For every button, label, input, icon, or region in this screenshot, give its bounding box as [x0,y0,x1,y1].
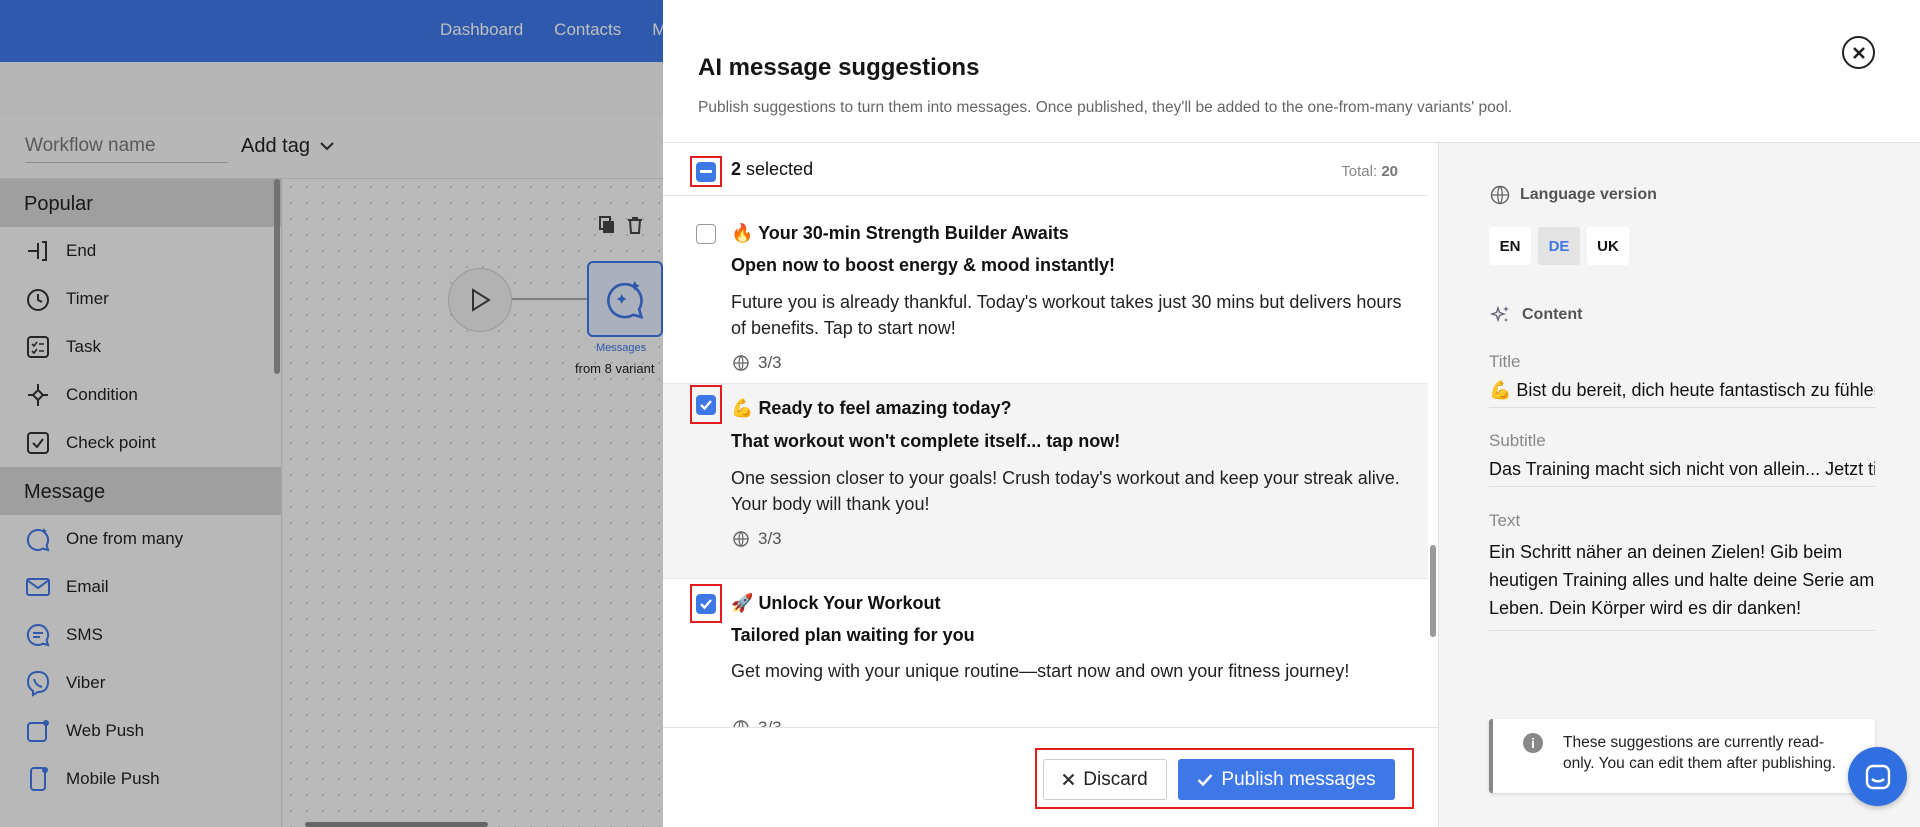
suggestion-title-row: 💪 Ready to feel amazing today? [731,398,1012,419]
muscle-emoji-icon: 💪 [731,398,754,418]
notice-line: only. You can edit them after publishing… [1563,755,1836,772]
language-version-label: Language version [1520,186,1657,203]
globe-icon [733,720,749,727]
drawer-header: AI message suggestions Publish suggestio… [663,0,1920,143]
drawer-title: AI message suggestions [698,54,980,81]
tab-lang-en[interactable]: EN [1489,227,1531,265]
suggestion-title: Unlock Your Workout [758,593,941,613]
fire-emoji-icon: 🔥 [731,223,754,243]
suggestion-detail: Language version EN DE UK Content Title … [1438,143,1920,827]
content-label: Content [1522,306,1583,323]
globe-icon [1490,185,1510,205]
suggestion-item[interactable]: 🔥 Your 30-min Strength Builder Awaits Op… [663,205,1428,384]
tab-lang-uk[interactable]: UK [1587,227,1629,265]
checkbox-checked-icon [696,593,716,614]
close-icon [1063,773,1075,786]
close-icon [1852,46,1865,59]
language-count: 3/3 [733,529,782,549]
chat-icon [1865,764,1890,789]
check-icon [1197,774,1213,786]
language-count-value: 3/3 [758,353,782,372]
total-value: 20 [1381,163,1398,180]
select-all-checkbox[interactable] [690,156,722,187]
language-count: 3/3 [733,718,782,727]
drawer-description: Publish suggestions to turn them into me… [698,99,1513,116]
suggestion-body: Future you is already thankful. Today's … [731,292,1402,338]
text-field-value: Ein Schritt näher an deinen Zielen! Gib … [1489,538,1875,631]
drawer-footer: Discard Publish messages [663,727,1438,827]
publish-messages-button[interactable]: Publish messages [1178,759,1395,800]
globe-icon [733,531,749,547]
suggestion-body: One session closer to your goals! Crush … [731,468,1400,514]
suggestion-subtitle: Tailored plan waiting for you [731,625,975,645]
total-label: Total: [1341,163,1378,180]
rocket-emoji-icon: 🚀 [731,593,754,613]
language-count-value: 3/3 [758,718,782,727]
suggestion-item[interactable]: 🚀 Unlock Your Workout Tailored plan wait… [663,579,1428,727]
tab-lang-de[interactable]: DE [1538,227,1580,265]
indeterminate-icon [696,161,716,182]
subtitle-field-label: Subtitle [1489,431,1546,450]
selected-count: 2 selected [731,159,813,180]
selected-suffix: selected [746,159,814,179]
language-tabs: EN DE UK [1489,227,1629,265]
notice-text: These suggestions are currently read- on… [1563,732,1853,774]
read-only-notice: i These suggestions are currently read- … [1489,719,1875,793]
discard-button[interactable]: Discard [1043,759,1167,800]
content-section: Content [1490,304,1582,326]
selected-number: 2 [731,159,742,179]
title-field-value: 💪 Bist du bereit, dich heute fantastisch… [1489,380,1875,408]
total-count: Total: 20 [1341,163,1398,180]
suggestion-body: Get moving with your unique routine—star… [731,661,1350,681]
chat-support-button[interactable] [1848,747,1907,806]
suggestion-checkbox[interactable] [690,214,722,253]
publish-label: Publish messages [1221,768,1376,790]
modal-overlay[interactable] [0,0,663,827]
suggestion-title-row: 🚀 Unlock Your Workout [731,593,940,614]
suggestion-list: 2 selected Total: 20 🔥 Your 30-min Stren… [663,143,1438,727]
suggestion-checkbox[interactable] [690,385,722,424]
subtitle-field-value: Das Training macht sich nicht von allein… [1489,459,1875,487]
suggestion-subtitle: Open now to boost energy & mood instantl… [731,255,1116,275]
discard-label: Discard [1083,768,1148,790]
suggestion-title-row: 🔥 Your 30-min Strength Builder Awaits [731,223,1069,244]
language-count-value: 3/3 [758,529,782,548]
list-scrollbar[interactable] [1430,545,1436,637]
suggestion-checkbox[interactable] [690,584,722,623]
info-icon: i [1523,733,1543,753]
selection-bar: 2 selected Total: 20 [663,143,1428,196]
title-field-label: Title [1489,352,1521,371]
suggestion-title: Ready to feel amazing today? [758,398,1012,418]
ai-suggestions-drawer: AI message suggestions Publish suggestio… [663,0,1920,827]
notice-line: These suggestions are currently read- [1563,734,1825,751]
text-field-label: Text [1489,511,1521,530]
suggestion-title: Your 30-min Strength Builder Awaits [758,223,1069,243]
language-version-section: Language version [1490,185,1657,205]
globe-icon [733,355,749,371]
suggestion-item[interactable]: 💪 Ready to feel amazing today? That work… [663,384,1428,579]
checkbox-empty-icon [696,223,716,244]
suggestion-subtitle: That workout won't complete itself... ta… [731,431,1121,451]
language-count: 3/3 [733,353,782,373]
close-button[interactable] [1842,36,1875,69]
sparkles-icon [1490,305,1509,323]
checkbox-checked-icon [696,394,716,415]
